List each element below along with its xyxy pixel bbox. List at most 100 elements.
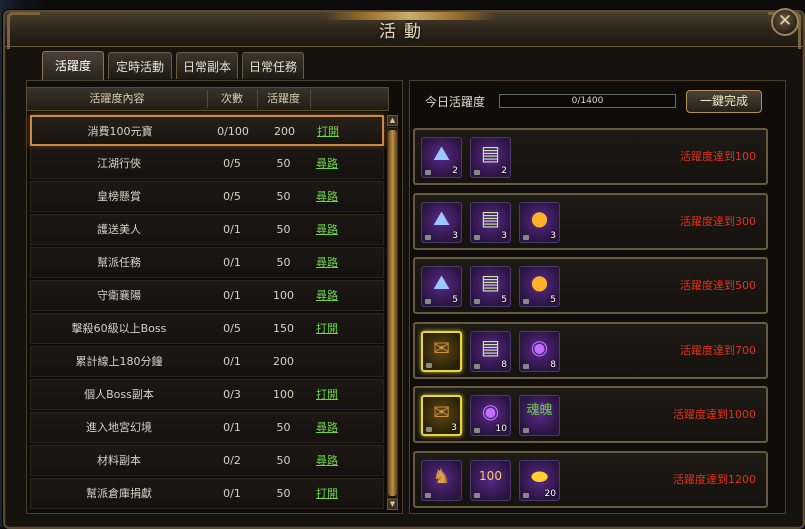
bound-lock-icon (523, 234, 529, 240)
activity-name: 幫派任務 (97, 256, 141, 269)
item-count: 2 (452, 166, 458, 176)
map-icon[interactable]: ⛰ 5 (421, 266, 462, 307)
item-glyph: ⛰ (433, 141, 450, 165)
item-count: 3 (550, 230, 556, 241)
activity-action-link[interactable]: 打開 (310, 380, 344, 409)
table-header: 活躍度內容 次數 活躍度 (26, 87, 389, 111)
item-glyph: ▤ (481, 270, 500, 294)
table-row[interactable]: 進入地宮幻境 0/1 50 尋路 (30, 412, 384, 443)
reward-requirement: 活躍度達到700 (680, 343, 756, 357)
activity-count: 0/1 (223, 256, 241, 269)
table-row[interactable]: 個人Boss副本 0/3 100 打開 (30, 379, 384, 410)
item-count: 5 (501, 295, 507, 305)
close-button[interactable]: ✕ (771, 8, 799, 36)
orb-icon[interactable]: ● 5 (519, 266, 560, 307)
orb-icon[interactable]: ● 3 (519, 201, 560, 243)
table-row[interactable]: 累計線上180分鐘 0/1 200 (30, 346, 384, 377)
activity-points: 200 (274, 125, 295, 138)
reward-tier: ✉ 3 ◉ 10 魂魄 活躍度達到1000 (413, 386, 768, 443)
table-row[interactable]: 消費100元寶 0/100 200 打開 (30, 115, 384, 146)
activity-name: 護送美人 (97, 223, 141, 236)
book-icon[interactable]: ▤ 2 (470, 137, 511, 178)
scrollbar[interactable] (387, 127, 398, 499)
activity-count: 0/1 (223, 355, 241, 368)
activity-points: 50 (276, 487, 291, 500)
window-title: 活動 (379, 22, 429, 42)
reward-tier: ⛰ 2 ▤ 2 活躍度達到100 (413, 128, 768, 185)
activity-name: 擊殺60級以上Boss (71, 322, 167, 335)
bound-lock-icon (425, 299, 431, 304)
activity-points: 50 (276, 421, 291, 434)
book-icon[interactable]: ▤ 3 (470, 201, 511, 243)
scrollbar-thumb[interactable] (388, 130, 397, 496)
tab-daily-quests[interactable]: 日常任務 (242, 52, 304, 79)
activity-action-link[interactable] (310, 347, 344, 376)
scroll-up-button[interactable]: ▲ (387, 115, 398, 126)
table-row[interactable]: 皇榜懸賞 0/5 50 尋路 (30, 181, 384, 212)
gold-ingot-icon[interactable]: 100 (470, 459, 511, 501)
gold-bar-icon[interactable]: ⬬ 20 (519, 459, 560, 501)
item-glyph: ▤ (481, 334, 500, 359)
soul-icon[interactable]: 魂魄 (519, 395, 560, 436)
activity-action-link[interactable]: 尋路 (310, 413, 344, 442)
activity-action-link[interactable]: 打開 (310, 479, 344, 508)
table-row[interactable]: 守衛襄陽 0/1 100 尋路 (30, 280, 384, 311)
bound-lock-icon (426, 427, 432, 432)
scroll-down-button[interactable]: ▼ (387, 499, 398, 510)
reward-requirement: 活躍度達到100 (680, 150, 756, 163)
title-bar[interactable]: 活動 (5, 12, 803, 49)
activity-count: 0/5 (223, 322, 241, 335)
item-count: 10 (495, 424, 507, 434)
activity-name: 累計線上180分鐘 (75, 355, 163, 368)
item-glyph: ♞ (432, 463, 451, 488)
activity-action-link[interactable]: 尋路 (310, 248, 344, 277)
item-glyph: ◉ (530, 334, 549, 359)
map-icon[interactable]: ⛰ 3 (421, 201, 462, 243)
scroll-icon[interactable]: ✉ 3 (421, 395, 462, 436)
activity-points: 50 (276, 190, 291, 203)
activity-action-link[interactable]: 打開 (311, 117, 345, 146)
reward-tier: ✉ ▤ 8 ◉ 8 活躍度達到700 (413, 321, 768, 379)
book-icon[interactable]: ▤ 5 (470, 266, 511, 307)
tab-daily-dungeon[interactable]: 日常副本 (176, 52, 238, 79)
activity-action-link[interactable]: 尋路 (310, 182, 344, 211)
tab-activity[interactable]: 活躍度 (42, 51, 104, 80)
table-row[interactable]: 幫派任務 0/1 50 尋路 (30, 247, 384, 278)
complete-all-button[interactable]: 一鍵完成 (686, 90, 762, 113)
bound-lock-icon (474, 363, 480, 369)
purple-orb-icon[interactable]: ◉ 10 (470, 395, 511, 436)
beast-icon[interactable]: ♞ (421, 459, 462, 501)
activity-action-link[interactable]: 尋路 (310, 215, 344, 244)
item-count: 3 (452, 230, 458, 241)
activity-action-link[interactable]: 尋路 (310, 446, 344, 475)
item-count: 8 (550, 359, 556, 370)
reward-requirement: 活躍度達到1000 (673, 408, 756, 421)
reward-tier: ⛰ 3 ▤ 3 ● 3 活躍度達到300 (413, 192, 768, 250)
activity-points: 50 (276, 223, 291, 236)
activity-action-link[interactable]: 尋路 (310, 281, 344, 310)
tab-timed-events[interactable]: 定時活動 (108, 52, 172, 79)
table-row[interactable]: 護送美人 0/1 50 尋路 (30, 214, 384, 245)
table-row[interactable]: 幫派倉庫捐獻 0/1 50 打開 (30, 478, 384, 509)
activity-action-link[interactable]: 尋路 (310, 149, 344, 178)
scroll-icon[interactable]: ✉ (421, 330, 462, 372)
activity-points: 100 (273, 289, 294, 302)
activity-points: 150 (273, 322, 294, 335)
activity-points: 50 (276, 256, 291, 269)
book-icon[interactable]: ▤ 8 (470, 330, 511, 372)
bound-lock-icon (425, 492, 431, 498)
activity-name: 江湖行俠 (97, 157, 141, 170)
purple-orb-icon[interactable]: ◉ 8 (519, 330, 560, 372)
bound-lock-icon (474, 234, 480, 240)
map-icon[interactable]: ⛰ 2 (421, 137, 462, 178)
table-row[interactable]: 擊殺60級以上Boss 0/5 150 打開 (30, 313, 384, 344)
header-content: 活躍度內容 (89, 92, 145, 105)
table-row[interactable]: 材料副本 0/2 50 尋路 (30, 445, 384, 476)
item-glyph: ⛰ (433, 205, 450, 230)
item-glyph: ● (530, 270, 549, 294)
bound-lock-icon (474, 428, 480, 433)
activity-action-link[interactable]: 打開 (310, 314, 344, 343)
bound-lock-icon (474, 492, 480, 498)
table-row[interactable]: 江湖行俠 0/5 50 尋路 (30, 148, 384, 179)
header-divider (310, 90, 311, 108)
